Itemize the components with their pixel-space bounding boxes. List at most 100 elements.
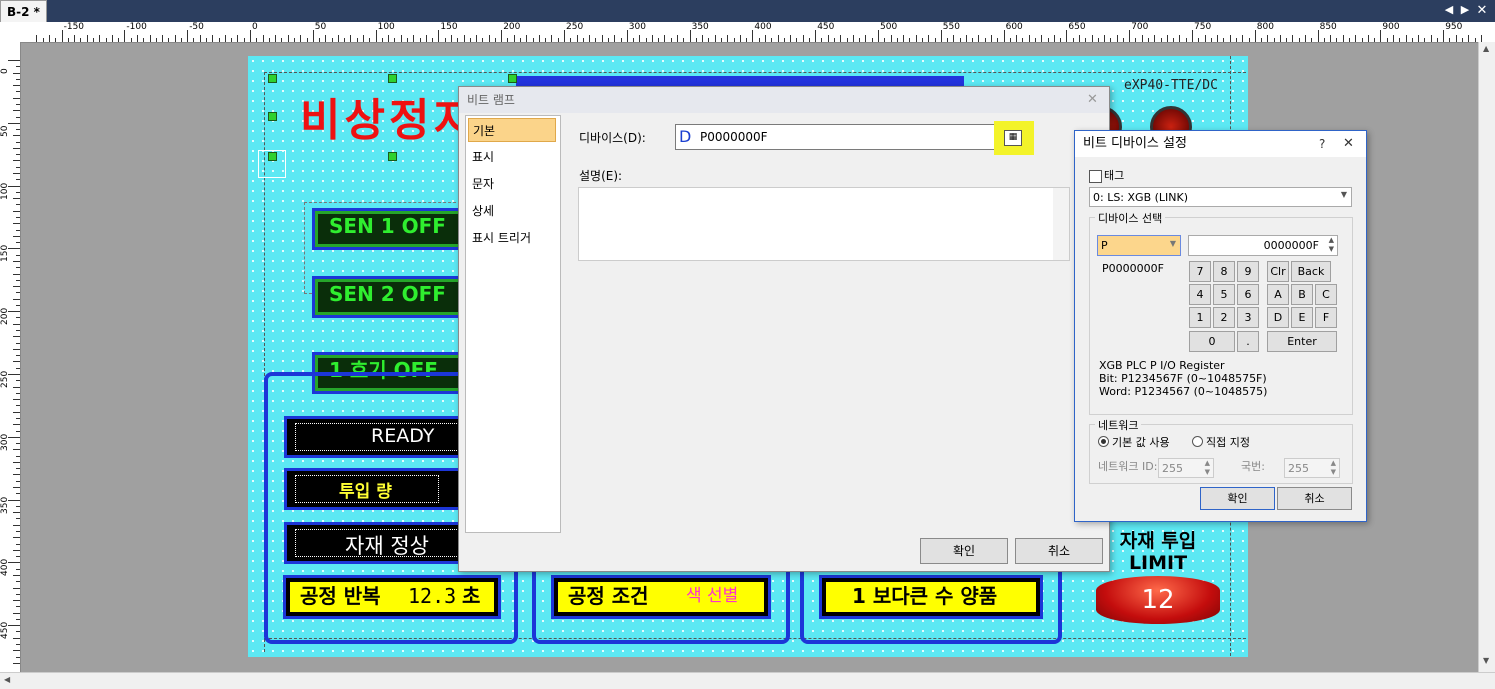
ruler-label: 950 <box>1445 22 1463 32</box>
spin-icon[interactable]: ▲ ▼ <box>1205 459 1210 477</box>
ruler-tick <box>13 323 20 325</box>
selection-handle[interactable] <box>508 74 517 83</box>
key-back[interactable]: Back <box>1291 261 1331 282</box>
radio-direct[interactable] <box>1192 436 1203 447</box>
vertical-scrollbar[interactable]: ▲ ▼ <box>1478 42 1495 672</box>
key-0[interactable]: 0 <box>1189 331 1235 352</box>
selection-handle[interactable] <box>268 74 277 83</box>
plc-select[interactable]: 0: LS: XGB (LINK) ▼ <box>1089 187 1352 207</box>
scroll-left-icon[interactable]: ◀ <box>4 675 10 684</box>
ruler-tick <box>1122 38 1124 42</box>
selection-handle[interactable] <box>268 112 277 121</box>
nav-text[interactable]: 문자 <box>468 172 556 196</box>
ruler-label: -150 <box>63 22 85 32</box>
spin-icon[interactable]: ▲ ▼ <box>1329 236 1334 254</box>
ruler-tick <box>13 298 20 300</box>
ruler-tick <box>1380 30 1382 42</box>
station-input[interactable]: 255 ▲ ▼ <box>1284 458 1340 478</box>
scroll-up-icon[interactable]: ▲ <box>1483 44 1489 53</box>
address-input[interactable]: 0000000F ▲ ▼ <box>1188 235 1338 256</box>
ruler-tick <box>783 38 785 42</box>
horizontal-scrollbar[interactable]: ◀ <box>0 672 1495 689</box>
limit-counter[interactable]: 12 <box>1096 576 1220 624</box>
ruler-label: 0 <box>0 68 10 74</box>
tag-checkbox[interactable] <box>1089 170 1102 183</box>
key-d[interactable]: D <box>1267 307 1289 328</box>
key-9[interactable]: 9 <box>1237 261 1259 282</box>
ruler-tick <box>494 38 496 42</box>
ruler-tick <box>1386 38 1388 42</box>
key-clr[interactable]: Clr <box>1267 261 1289 282</box>
ruler-label: 150 <box>440 22 458 32</box>
close-icon[interactable]: ✕ <box>1343 136 1354 151</box>
device-input[interactable]: D P0000000F <box>675 124 995 150</box>
key-e[interactable]: E <box>1291 307 1313 328</box>
key-b[interactable]: B <box>1291 284 1313 305</box>
address-value: 0000000F <box>1263 239 1319 252</box>
tab-scroll-right-icon[interactable]: ▶ <box>1458 3 1472 16</box>
good-product-display[interactable]: 1 보다큰 수 양품 <box>822 578 1040 616</box>
process-condition-display[interactable]: 공정 조건 색 선별 <box>554 578 768 616</box>
key-5[interactable]: 5 <box>1213 284 1235 305</box>
cancel-button[interactable]: 취소 <box>1015 538 1103 564</box>
network-id-input[interactable]: 255 ▲ ▼ <box>1158 458 1214 478</box>
ruler-tick <box>319 38 321 42</box>
nav-display[interactable]: 표시 <box>468 145 556 169</box>
ruler-tick <box>1436 38 1438 42</box>
message-ready[interactable]: READY <box>284 416 470 458</box>
nav-basic[interactable]: 기본 <box>468 118 556 142</box>
ruler-tick <box>1141 35 1143 42</box>
selection-handle[interactable] <box>388 152 397 161</box>
description-input[interactable] <box>578 187 1070 261</box>
message-material-ok[interactable]: 자재 정상 <box>284 522 470 564</box>
message-ready-text: READY <box>371 425 435 447</box>
message-input-amount[interactable]: 투입 량 <box>284 468 470 510</box>
process-repeat-display[interactable]: 공정 반복 12.3 초 <box>286 578 498 616</box>
ruler-tick <box>218 38 220 42</box>
nav-display-trigger[interactable]: 표시 트리거 <box>468 226 556 250</box>
key-8[interactable]: 8 <box>1213 261 1235 282</box>
ruler-tick <box>300 35 302 42</box>
ok-button[interactable]: 확인 <box>920 538 1008 564</box>
key-enter[interactable]: Enter <box>1267 331 1337 352</box>
description-scrollbar[interactable] <box>1053 188 1069 260</box>
key-4[interactable]: 4 <box>1189 284 1211 305</box>
key-7[interactable]: 7 <box>1189 261 1211 282</box>
ruler-tick <box>771 38 773 42</box>
key-6[interactable]: 6 <box>1237 284 1259 305</box>
key-3[interactable]: 3 <box>1237 307 1259 328</box>
device-type-select[interactable]: P ▼ <box>1097 235 1181 256</box>
ruler-tick <box>93 38 94 42</box>
selection-handle[interactable] <box>388 74 397 83</box>
scroll-down-icon[interactable]: ▼ <box>1483 656 1489 665</box>
lamp-sen1[interactable]: SEN 1 OFF <box>312 208 472 250</box>
ruler-tick <box>683 38 685 42</box>
ruler-tick <box>306 38 308 42</box>
key-dot[interactable]: . <box>1237 331 1259 352</box>
ruler-tick <box>1110 38 1112 42</box>
ruler-tick <box>1173 38 1175 42</box>
key-a[interactable]: A <box>1267 284 1289 305</box>
screen-title[interactable]: 비상정지 <box>300 84 478 148</box>
tab-b2[interactable]: B-2 * <box>0 0 47 23</box>
close-tab-icon[interactable]: ✕ <box>1475 3 1489 18</box>
key-2[interactable]: 2 <box>1213 307 1235 328</box>
ruler-tick <box>1235 38 1237 42</box>
nav-detail[interactable]: 상세 <box>468 199 556 223</box>
ruler-tick <box>834 38 836 42</box>
ruler-tick <box>13 411 20 413</box>
spin-icon[interactable]: ▲ ▼ <box>1331 459 1336 477</box>
help-icon[interactable]: ? <box>1319 137 1325 151</box>
cancel-button[interactable]: 취소 <box>1277 487 1352 510</box>
key-c[interactable]: C <box>1315 284 1337 305</box>
key-1[interactable]: 1 <box>1189 307 1211 328</box>
tab-scroll-left-icon[interactable]: ◀ <box>1442 3 1456 16</box>
key-f[interactable]: F <box>1315 307 1337 328</box>
ruler-tick <box>16 593 20 595</box>
lamp-sen2[interactable]: SEN 2 OFF <box>312 276 472 318</box>
close-icon[interactable]: ✕ <box>1087 92 1098 107</box>
device-type-value: P <box>1101 239 1108 252</box>
radio-default[interactable] <box>1098 436 1109 447</box>
device-picker-button[interactable]: ▦ <box>994 121 1034 155</box>
ok-button[interactable]: 확인 <box>1200 487 1275 510</box>
